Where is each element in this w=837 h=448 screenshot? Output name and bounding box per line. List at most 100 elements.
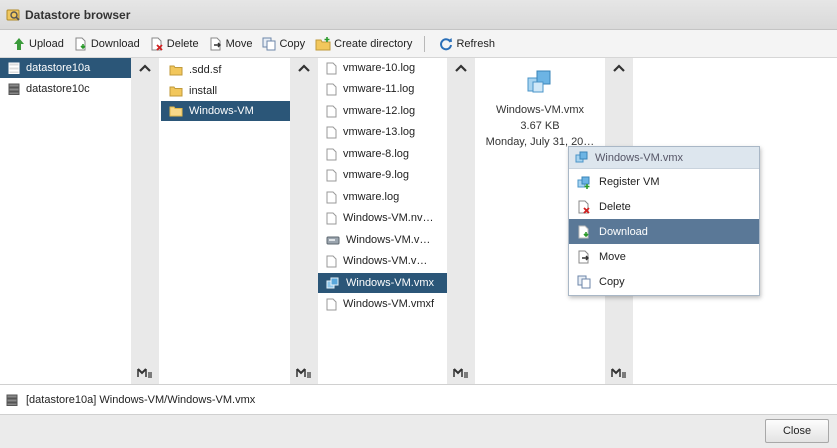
menu-item-label: Register VM	[599, 175, 660, 188]
file-preview: Windows-VM.vmx 3.67 KB Monday, July 31, …	[475, 58, 605, 150]
file-label: vmware-10.log	[343, 62, 416, 74]
folder-label: .sdd.sf	[189, 64, 222, 76]
toolbar: Upload Download Delete Move Copy Create …	[0, 30, 837, 58]
folder-item-selected[interactable]: Windows-VM	[161, 101, 290, 121]
menu-item-download[interactable]: Download	[569, 219, 759, 244]
window-title: Datastore browser	[25, 7, 131, 22]
context-menu: Windows-VM.vmx Register VM Delete Downlo…	[568, 146, 760, 296]
refresh-button[interactable]: Refresh	[435, 33, 499, 55]
datastore-item-datastore10c[interactable]: datastore10c	[0, 79, 131, 99]
file-icon	[326, 83, 337, 96]
download-label: Download	[90, 37, 140, 50]
file-label: vmware-12.log	[343, 105, 416, 117]
file-item[interactable]: Windows-VM.v…	[318, 230, 447, 250]
create-directory-button[interactable]: Create directory	[311, 33, 416, 55]
folder-item[interactable]: install	[161, 81, 290, 101]
file-label: vmware-9.log	[343, 169, 410, 181]
file-icon	[326, 126, 337, 139]
resize-grip-icon[interactable]	[137, 367, 153, 379]
pane-scroll-rail[interactable]	[290, 58, 318, 384]
file-label: vmware-11.log	[343, 83, 415, 95]
file-item[interactable]: Windows-VM.v…	[318, 251, 447, 271]
folder-pane: .sdd.sf install Windows-VM	[159, 58, 290, 384]
folder-item[interactable]: .sdd.sf	[161, 60, 290, 80]
folder-label: install	[189, 85, 218, 97]
vm-config-icon	[575, 151, 589, 164]
file-label: vmware-8.log	[343, 148, 410, 160]
folder-label: Windows-VM	[189, 105, 254, 117]
file-label: Windows-VM.vmxf	[343, 298, 435, 310]
file-icon	[326, 191, 337, 204]
chevron-up-icon[interactable]	[454, 63, 468, 73]
delete-label: Delete	[166, 37, 199, 50]
close-button[interactable]: Close	[765, 419, 829, 443]
file-item[interactable]: vmware-9.log	[318, 165, 447, 185]
file-label: vmware.log	[343, 191, 400, 203]
file-item[interactable]: vmware-12.log	[318, 101, 447, 121]
pane-scroll-rail[interactable]	[447, 58, 475, 384]
menu-item-register-vm[interactable]: Register VM	[569, 169, 759, 194]
file-item[interactable]: vmware-13.log	[318, 122, 447, 142]
file-item[interactable]: vmware-11.log	[318, 79, 447, 99]
file-icon	[326, 169, 337, 182]
datastore-icon	[8, 62, 20, 74]
upload-icon	[12, 37, 26, 51]
file-label: Windows-VM.nv…	[343, 212, 434, 224]
move-button[interactable]: Move	[205, 33, 257, 55]
datastore-icon	[8, 83, 20, 95]
chevron-up-icon[interactable]	[138, 63, 152, 73]
delete-button[interactable]: Delete	[146, 33, 203, 55]
copy-label: Copy	[279, 37, 306, 50]
preview-file-size: 3.67 KB	[520, 120, 560, 132]
file-icon	[326, 148, 337, 161]
toolbar-separator	[424, 35, 426, 52]
resize-grip-icon[interactable]	[453, 367, 469, 379]
refresh-icon	[439, 37, 453, 51]
file-icon	[326, 62, 337, 75]
dialog-footer: Close	[0, 414, 837, 448]
upload-button[interactable]: Upload	[8, 33, 68, 55]
file-label: vmware-13.log	[343, 126, 416, 138]
file-label: Windows-VM.vmx	[346, 277, 435, 289]
vm-config-icon	[326, 277, 340, 290]
datastore-label: datastore10a	[26, 62, 91, 74]
resize-grip-icon[interactable]	[296, 367, 312, 379]
create-directory-label: Create directory	[334, 37, 413, 50]
menu-item-move[interactable]: Move	[569, 244, 759, 269]
file-item[interactable]: vmware-10.log	[318, 58, 447, 78]
disk-icon	[326, 234, 340, 246]
file-icon	[326, 255, 337, 268]
datastore-label: datastore10c	[26, 83, 90, 95]
menu-item-delete[interactable]: Delete	[569, 194, 759, 219]
copy-icon	[577, 275, 591, 289]
datastore-browser-icon	[6, 8, 20, 22]
menu-item-copy[interactable]: Copy	[569, 269, 759, 294]
datastore-pane: datastore10a datastore10c	[0, 58, 131, 384]
file-item[interactable]: Windows-VM.nv…	[318, 208, 447, 228]
download-icon	[577, 225, 591, 239]
chevron-up-icon[interactable]	[612, 63, 626, 73]
context-menu-title: Windows-VM.vmx	[595, 151, 684, 164]
file-pane: vmware-10.log vmware-11.log vmware-12.lo…	[318, 58, 447, 384]
menu-item-label: Download	[599, 225, 648, 238]
current-path: [datastore10a] Windows-VM/Windows-VM.vmx	[26, 393, 256, 406]
file-item-selected[interactable]: Windows-VM.vmx	[318, 273, 447, 293]
file-item[interactable]: vmware-8.log	[318, 144, 447, 164]
file-item[interactable]: Windows-VM.vmxf	[318, 294, 447, 314]
register-vm-icon	[577, 175, 591, 189]
download-button[interactable]: Download	[70, 33, 144, 55]
vm-config-large-icon	[526, 68, 554, 96]
copy-icon	[262, 37, 276, 51]
copy-button[interactable]: Copy	[258, 33, 309, 55]
chevron-up-icon[interactable]	[297, 63, 311, 73]
pane-scroll-rail[interactable]	[131, 58, 159, 384]
datastore-item-datastore10a[interactable]: datastore10a	[0, 58, 131, 78]
file-icon	[326, 298, 337, 311]
resize-grip-icon[interactable]	[611, 367, 627, 379]
menu-item-label: Copy	[599, 275, 625, 288]
menu-item-label: Move	[599, 250, 626, 263]
move-icon	[209, 37, 223, 51]
new-folder-icon	[315, 36, 331, 51]
file-item[interactable]: vmware.log	[318, 187, 447, 207]
menu-item-label: Delete	[599, 200, 631, 213]
